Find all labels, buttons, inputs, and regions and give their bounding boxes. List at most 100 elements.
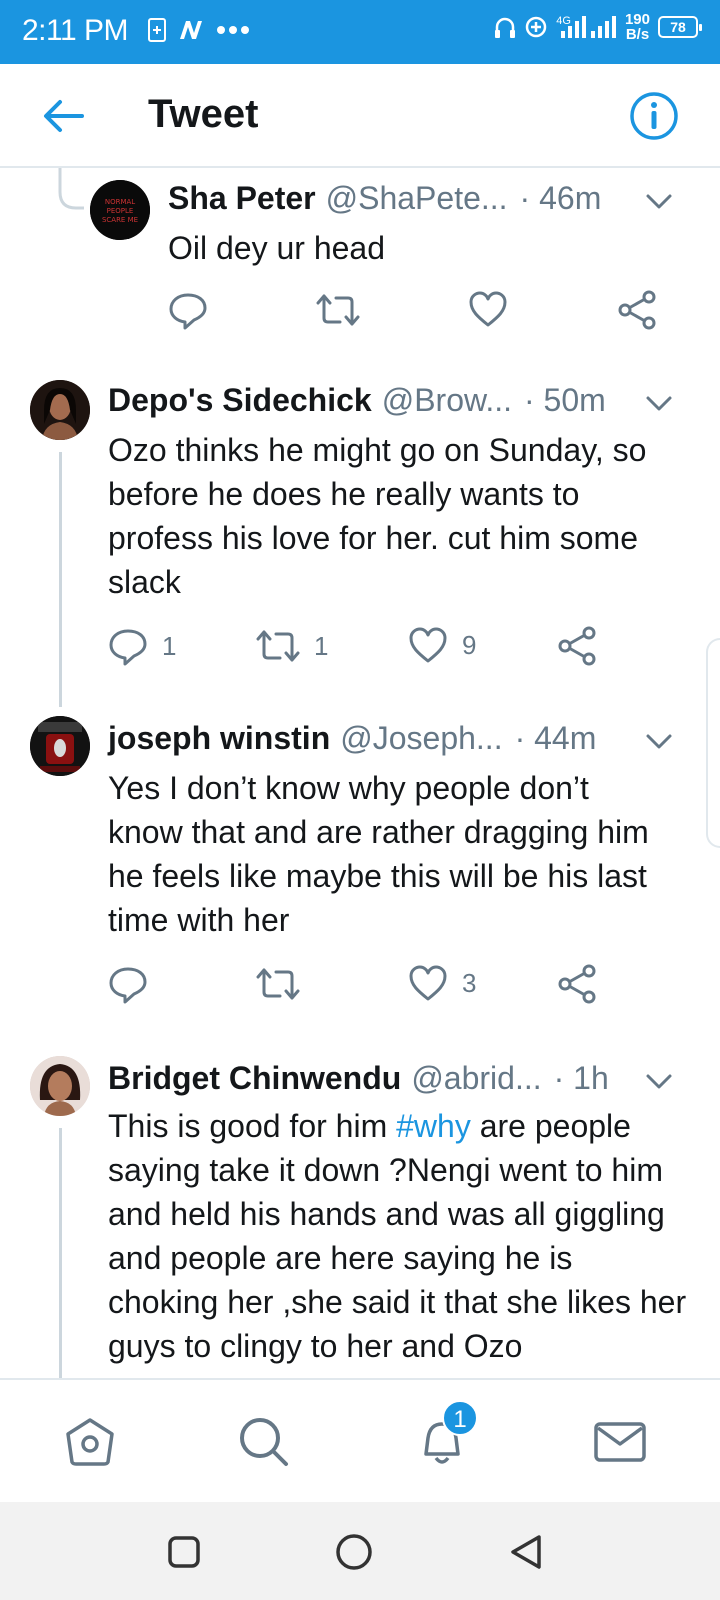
tweet-actions: 3	[108, 964, 668, 1008]
reply-button[interactable]	[168, 290, 222, 330]
reply-icon	[109, 967, 147, 1004]
tweet-text: Oil dey ur head	[168, 230, 386, 266]
thread-line	[59, 452, 62, 707]
share-button[interactable]	[558, 626, 598, 666]
tweet-time: · 1h	[553, 1060, 609, 1096]
back-button[interactable]	[40, 92, 88, 140]
chevron-down-icon[interactable]	[644, 192, 674, 212]
tweet-item[interactable]: NORMAL PEOPLE SCARE ME Sha Peter @ShaPete.…	[0, 168, 720, 358]
avatar[interactable]	[30, 380, 90, 440]
chevron-down-icon[interactable]	[644, 732, 674, 752]
reply-count: 1	[162, 630, 177, 661]
status-bar: 2:11 PM 4G 190 B/s 78	[0, 0, 720, 64]
display-name[interactable]: joseph winstin	[108, 720, 330, 757]
system-navigation-bar	[0, 1502, 720, 1600]
headphones-icon	[495, 17, 516, 38]
user-handle[interactable]: @Brow...	[382, 382, 512, 419]
tweet-item[interactable]: Bridget Chinwendu @abrid... · 1h This is…	[0, 1046, 720, 1378]
display-name[interactable]: Depo's Sidechick	[108, 382, 372, 419]
tweet-header: joseph winstin @Joseph... · 44m	[108, 720, 596, 757]
status-time: 2:11 PM	[22, 14, 129, 47]
like-button[interactable]	[468, 290, 522, 328]
tweet-item[interactable]: joseph winstin @Joseph... · 44m Yes I do…	[0, 708, 720, 1038]
arrow-left-icon	[44, 100, 84, 132]
info-button[interactable]	[628, 90, 680, 142]
display-name[interactable]: Bridget Chinwendu	[108, 1060, 401, 1097]
tweet-header: Depo's Sidechick @Brow... · 50m	[108, 382, 606, 419]
tweet-text: Ozo thinks he might go on Sunday, so bef…	[108, 432, 647, 600]
thread-line	[59, 1128, 62, 1378]
reply-thread[interactable]: NORMAL PEOPLE SCARE ME Sha Peter @ShaPete.…	[0, 168, 720, 1378]
nav-notifications[interactable]: 1	[412, 1400, 478, 1472]
search-icon	[240, 1418, 288, 1466]
user-handle[interactable]: @Joseph...	[340, 720, 502, 757]
heart-icon	[409, 965, 447, 1001]
data-saver-icon	[526, 16, 547, 38]
triangle-back-icon	[511, 1535, 541, 1569]
battery-icon: 78	[658, 16, 702, 38]
display-name[interactable]: Sha Peter	[168, 180, 316, 217]
info-icon	[630, 92, 678, 140]
share-button[interactable]	[558, 964, 598, 1004]
back-system-button[interactable]	[506, 1532, 546, 1572]
tweet-time: · 46m	[519, 180, 602, 216]
reply-icon	[109, 629, 147, 666]
avatar[interactable]	[30, 716, 90, 776]
edge-panel-handle[interactable]	[706, 638, 720, 848]
like-button[interactable]: 9	[408, 626, 476, 664]
tweet-actions	[168, 290, 688, 334]
nav-home[interactable]	[60, 1412, 120, 1472]
home-system-button[interactable]	[334, 1532, 374, 1572]
share-icon	[558, 964, 596, 1004]
tweet-text: Yes I don’t know why people don’t know t…	[108, 770, 649, 938]
like-count: 3	[462, 967, 477, 998]
share-icon	[618, 290, 656, 330]
retweet-button[interactable]	[256, 964, 314, 1004]
avatar[interactable]: NORMAL PEOPLE SCARE ME	[90, 180, 150, 240]
tweet-header: Sha Peter @ShaPete... · 46m	[168, 180, 601, 217]
heart-icon	[409, 627, 447, 663]
heart-icon	[469, 291, 507, 327]
network-speed: 190 B/s	[624, 11, 650, 43]
reply-button[interactable]: 1	[108, 626, 176, 666]
share-button[interactable]	[618, 290, 658, 330]
like-count: 9	[462, 629, 477, 660]
page-title: Tweet	[148, 92, 259, 136]
status-left-icons	[148, 18, 250, 42]
status-right-icons: 4G 190 B/s 78	[494, 11, 702, 43]
avatar[interactable]	[30, 1056, 90, 1116]
retweet-icon	[256, 630, 300, 662]
square-icon	[168, 1536, 200, 1568]
reply-icon	[169, 293, 207, 330]
nav-messages[interactable]	[590, 1412, 650, 1472]
user-handle[interactable]: @abrid...	[411, 1060, 541, 1097]
svg-text:NORMAL: NORMAL	[105, 198, 135, 206]
share-icon	[558, 626, 596, 666]
retweet-button[interactable]	[316, 290, 374, 330]
top-app-bar: Tweet	[0, 64, 720, 168]
like-button[interactable]: 3	[408, 964, 476, 1002]
more-notifications-icon	[217, 26, 249, 34]
messages-icon	[594, 1422, 646, 1462]
reply-button[interactable]	[108, 964, 162, 1004]
home-icon	[66, 1418, 114, 1466]
circle-icon	[336, 1534, 372, 1570]
user-handle[interactable]: @ShaPete...	[326, 180, 508, 217]
tweet-actions: 1 1 9	[108, 626, 668, 670]
tweet-item[interactable]: Depo's Sidechick @Brow... · 50m Ozo thin…	[0, 368, 720, 707]
retweet-button[interactable]: 1	[256, 626, 328, 666]
chevron-down-icon[interactable]	[644, 394, 674, 414]
svg-text:PEOPLE: PEOPLE	[107, 207, 134, 215]
nav-search[interactable]	[234, 1412, 294, 1472]
recent-apps-button[interactable]	[164, 1532, 204, 1572]
svg-text:SCARE ME: SCARE ME	[102, 216, 138, 224]
app-notification-icon	[180, 21, 202, 39]
chevron-down-icon[interactable]	[644, 1072, 674, 1092]
tweet-time: · 50m	[524, 382, 606, 418]
tweet-header: Bridget Chinwendu @abrid... · 1h	[108, 1060, 609, 1097]
hashtag-link[interactable]: #why	[396, 1108, 471, 1144]
bottom-navigation: 1	[0, 1378, 720, 1502]
retweet-icon	[256, 968, 300, 1000]
retweet-count: 1	[314, 630, 329, 661]
tweet-text: This is good for him #why are people say…	[108, 1108, 687, 1364]
